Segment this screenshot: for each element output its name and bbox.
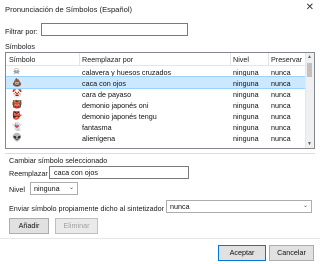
filter-label: Filtrar por: <box>5 27 38 36</box>
group-divider <box>5 153 315 154</box>
row-level: ninguna <box>233 79 259 88</box>
table-row[interactable]: 💩 caca con ojos ninguna nunca <box>6 76 308 89</box>
column-separator[interactable] <box>268 53 269 65</box>
row-level: ninguna <box>233 68 259 77</box>
row-replacement: alienígena <box>82 134 116 143</box>
send-symbol-select[interactable]: nunca ⌄ <box>166 200 312 213</box>
row-preserve: nunca <box>271 79 291 88</box>
filter-input[interactable] <box>41 23 188 36</box>
row-preserve: nunca <box>271 134 291 143</box>
row-replacement: demonio japonés oni <box>82 101 149 110</box>
change-group-title: Cambiar símbolo seleccionado <box>9 156 108 165</box>
row-preserve: nunca <box>271 112 291 121</box>
row-preserve: nunca <box>271 123 291 132</box>
row-level: ninguna <box>233 112 259 121</box>
table-row[interactable]: 🤡 cara de payaso ninguna nunca <box>6 88 307 99</box>
table-header: Símbolo Reemplazar por Nivel Preservar <box>6 53 307 66</box>
table-row[interactable]: 👺 demonio japonés tengu ninguna nunca <box>6 110 307 121</box>
scroll-down-icon[interactable]: ▼ <box>307 141 312 147</box>
ogre-icon: 👹 <box>12 100 22 109</box>
close-icon[interactable]: ✕ <box>306 2 314 14</box>
level-select-value: ninguna <box>34 184 60 193</box>
ghost-icon: 👻 <box>12 122 22 131</box>
replace-label: Reemplazar <box>9 169 48 178</box>
pile-of-poo-icon: 💩 <box>12 78 22 87</box>
row-preserve: nunca <box>271 68 291 77</box>
send-symbol-label: Enviar símbolo propiamente dicho al sint… <box>9 204 165 213</box>
column-separator[interactable] <box>79 53 80 65</box>
column-header-preserve[interactable]: Preservar <box>271 55 302 64</box>
row-preserve: nunca <box>271 90 291 99</box>
column-header-replace[interactable]: Reemplazar por <box>82 55 133 64</box>
row-replacement: calavera y huesos cruzados <box>82 68 172 77</box>
remove-button[interactable]: Eliminar <box>55 218 98 234</box>
row-level: ninguna <box>233 134 259 143</box>
skull-crossbones-icon: ☠ <box>12 67 21 76</box>
table-row[interactable]: ☠ calavera y huesos cruzados ninguna nun… <box>6 66 307 77</box>
row-replacement: fantasma <box>82 123 112 132</box>
symbols-label: Símbolos <box>5 42 35 51</box>
symbols-table[interactable]: Símbolo Reemplazar por Nivel Preservar ☠… <box>5 52 315 149</box>
level-select[interactable]: ninguna ⌄ <box>30 182 78 195</box>
row-replacement: caca con ojos <box>82 79 126 88</box>
clown-face-icon: 🤡 <box>12 89 22 98</box>
symbol-pronunciation-dialog: Pronunciación de Símbolos (Español) ✕ Fi… <box>0 0 320 264</box>
table-vertical-scrollbar[interactable]: ▲ ▼ <box>305 53 314 148</box>
table-row[interactable]: 👹 demonio japonés oni ninguna nunca <box>6 99 307 110</box>
dialog-title: Pronunciación de Símbolos (Español) <box>5 5 133 14</box>
table-row[interactable]: 👽 alienígena ninguna nunca <box>6 132 307 143</box>
alien-icon: 👽 <box>12 133 22 142</box>
footer-divider <box>0 238 320 239</box>
row-preserve: nunca <box>271 101 291 110</box>
chevron-down-icon: ⌄ <box>68 185 74 191</box>
goblin-icon: 👺 <box>12 111 22 120</box>
send-symbol-select-value: nunca <box>170 202 190 211</box>
replace-input[interactable]: caca con ojos <box>49 166 189 179</box>
table-row[interactable]: 👻 fantasma ninguna nunca <box>6 121 307 132</box>
row-replacement: demonio japonés tengu <box>82 112 157 121</box>
row-level: ninguna <box>233 90 259 99</box>
row-replacement: cara de payaso <box>82 90 132 99</box>
column-header-symbol[interactable]: Símbolo <box>9 55 35 64</box>
scrollbar-thumb[interactable] <box>307 63 312 77</box>
chevron-down-icon: ⌄ <box>302 203 308 209</box>
row-level: ninguna <box>233 101 259 110</box>
column-separator[interactable] <box>230 53 231 65</box>
ok-button[interactable]: Aceptar <box>218 245 266 261</box>
scroll-up-icon[interactable]: ▲ <box>307 54 312 60</box>
add-button[interactable]: Añadir <box>9 218 49 234</box>
cancel-button[interactable]: Cancelar <box>269 245 314 261</box>
row-level: ninguna <box>233 123 259 132</box>
level-label: Nivel <box>9 185 25 194</box>
column-header-level[interactable]: Nivel <box>233 55 249 64</box>
